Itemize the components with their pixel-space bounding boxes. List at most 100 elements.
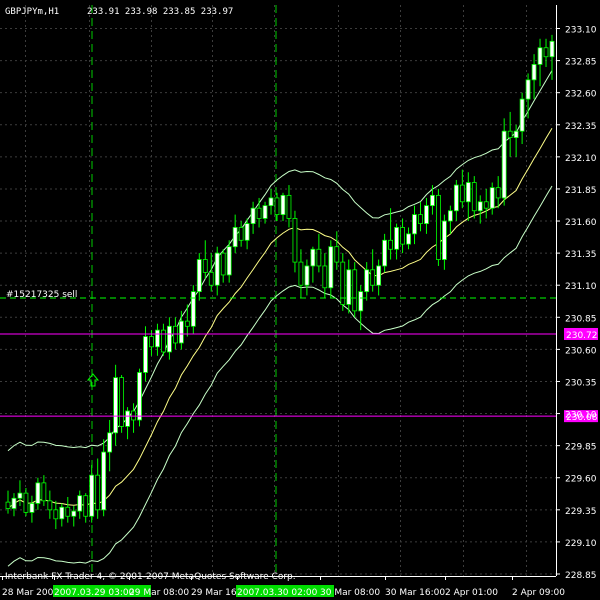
bear-candle	[495, 187, 501, 199]
bull-candle	[489, 187, 495, 209]
time-tick-label: 30 Mar 08:00	[320, 588, 380, 598]
bear-candle	[256, 207, 262, 219]
bull-candle	[17, 492, 23, 499]
bull-candle	[250, 207, 256, 224]
price-tick-label: 232.85	[565, 58, 597, 68]
bear-candle	[471, 182, 477, 212]
price-tick-label: 233.10	[565, 26, 597, 36]
bull-candle	[501, 130, 507, 199]
bull-candle	[453, 184, 459, 212]
bear-candle	[184, 320, 190, 327]
bear-candle	[208, 271, 214, 286]
bear-candle	[65, 506, 71, 517]
bear-candle	[53, 509, 59, 520]
order-label[interactable]: #15217325 sell	[6, 290, 77, 300]
bull-candle	[280, 194, 286, 216]
bear-candle	[238, 227, 244, 241]
bull-candle	[29, 503, 35, 513]
price-tick-label: 231.10	[565, 282, 597, 292]
bull-candle	[310, 248, 316, 267]
bear-candle	[436, 194, 441, 260]
bull-candle	[537, 47, 543, 65]
bear-candle	[172, 325, 178, 344]
bull-candle	[394, 227, 399, 250]
level-price-label: 230.72	[566, 331, 598, 341]
time-tick-label: 29 Mar 08:00	[129, 588, 189, 598]
bull-candle	[328, 246, 334, 289]
time-tick-label: 2 Apr 09:00	[512, 588, 565, 598]
bear-candle	[23, 492, 29, 513]
price-tick-label: 231.60	[565, 218, 597, 228]
bear-candle	[95, 474, 101, 511]
bear-candle	[322, 265, 328, 289]
bull-candle	[226, 246, 232, 276]
time-tick-label: 29 Mar 16	[191, 588, 237, 598]
bull-candle	[525, 79, 531, 100]
bear-candle	[119, 377, 124, 427]
bear-candle	[202, 259, 208, 273]
bear-candle	[292, 218, 298, 263]
bear-candle	[286, 194, 292, 219]
bull-candle	[447, 210, 453, 222]
time-tick-label: 2007.03.29 03:00	[54, 588, 135, 598]
bull-candle	[71, 510, 77, 517]
price-tick-label: 231.35	[565, 250, 597, 260]
bull-candle	[304, 265, 310, 286]
price-tick-label: 231.85	[565, 186, 597, 196]
bear-candle	[83, 495, 89, 517]
bull-candle	[364, 269, 370, 293]
bear-candle	[220, 252, 226, 276]
bull-candle	[268, 197, 274, 207]
bull-candle	[155, 329, 160, 348]
bear-candle	[543, 47, 549, 58]
bull-candle	[519, 98, 525, 132]
price-tick-label: 232.60	[565, 90, 597, 100]
price-tick-label: 232.10	[565, 154, 597, 164]
price-tick-label: 230.10	[565, 411, 597, 421]
bull-candle	[232, 227, 238, 248]
bear-candle	[400, 227, 405, 245]
bear-candle	[47, 500, 53, 511]
bull-candle	[465, 182, 471, 203]
bull-candle	[346, 269, 352, 305]
bull-candle	[412, 214, 417, 235]
symbol-timeframe: GBPJPYm,H1	[5, 7, 59, 17]
bull-candle	[101, 451, 107, 511]
bull-candle	[113, 377, 119, 434]
bear-candle	[388, 239, 393, 250]
bull-candle	[77, 495, 83, 512]
bear-candle	[418, 214, 423, 224]
price-tick-label: 232.35	[565, 122, 597, 132]
price-chart[interactable]: 230.72230.08 233.10232.85232.60232.35232…	[0, 0, 600, 600]
bull-candle	[137, 372, 142, 421]
bull-candle	[59, 506, 65, 520]
bull-candle	[531, 64, 537, 81]
bull-candle	[178, 320, 184, 344]
bull-candle	[441, 220, 447, 260]
bull-candle	[190, 291, 196, 327]
bull-candle	[549, 40, 555, 58]
ohlc-readout: 233.91 233.98 233.85 233.97	[87, 7, 233, 17]
time-tick-label: 2007.03.30 02:00	[237, 588, 318, 598]
bear-candle	[5, 501, 11, 509]
bear-candle	[334, 246, 340, 263]
bear-candle	[161, 329, 166, 353]
bear-candle	[298, 261, 304, 286]
bull-candle	[214, 252, 220, 286]
bull-candle	[125, 410, 130, 427]
price-tick-label: 230.35	[565, 378, 597, 388]
time-tick-label: 30 Mar 16:00	[385, 588, 445, 598]
bull-candle	[382, 239, 388, 267]
price-tick-label: 229.60	[565, 475, 597, 485]
bear-candle	[149, 336, 154, 348]
bull-candle	[107, 432, 113, 453]
bull-candle	[376, 265, 382, 286]
bull-candle	[244, 223, 250, 241]
bull-candle	[477, 201, 483, 212]
bull-candle	[262, 205, 268, 219]
bull-candle	[143, 336, 148, 373]
price-tick-label: 229.10	[565, 539, 597, 549]
bear-candle	[507, 130, 513, 139]
time-tick-label: 28 Mar 2007	[2, 588, 59, 598]
bull-candle	[430, 194, 435, 207]
